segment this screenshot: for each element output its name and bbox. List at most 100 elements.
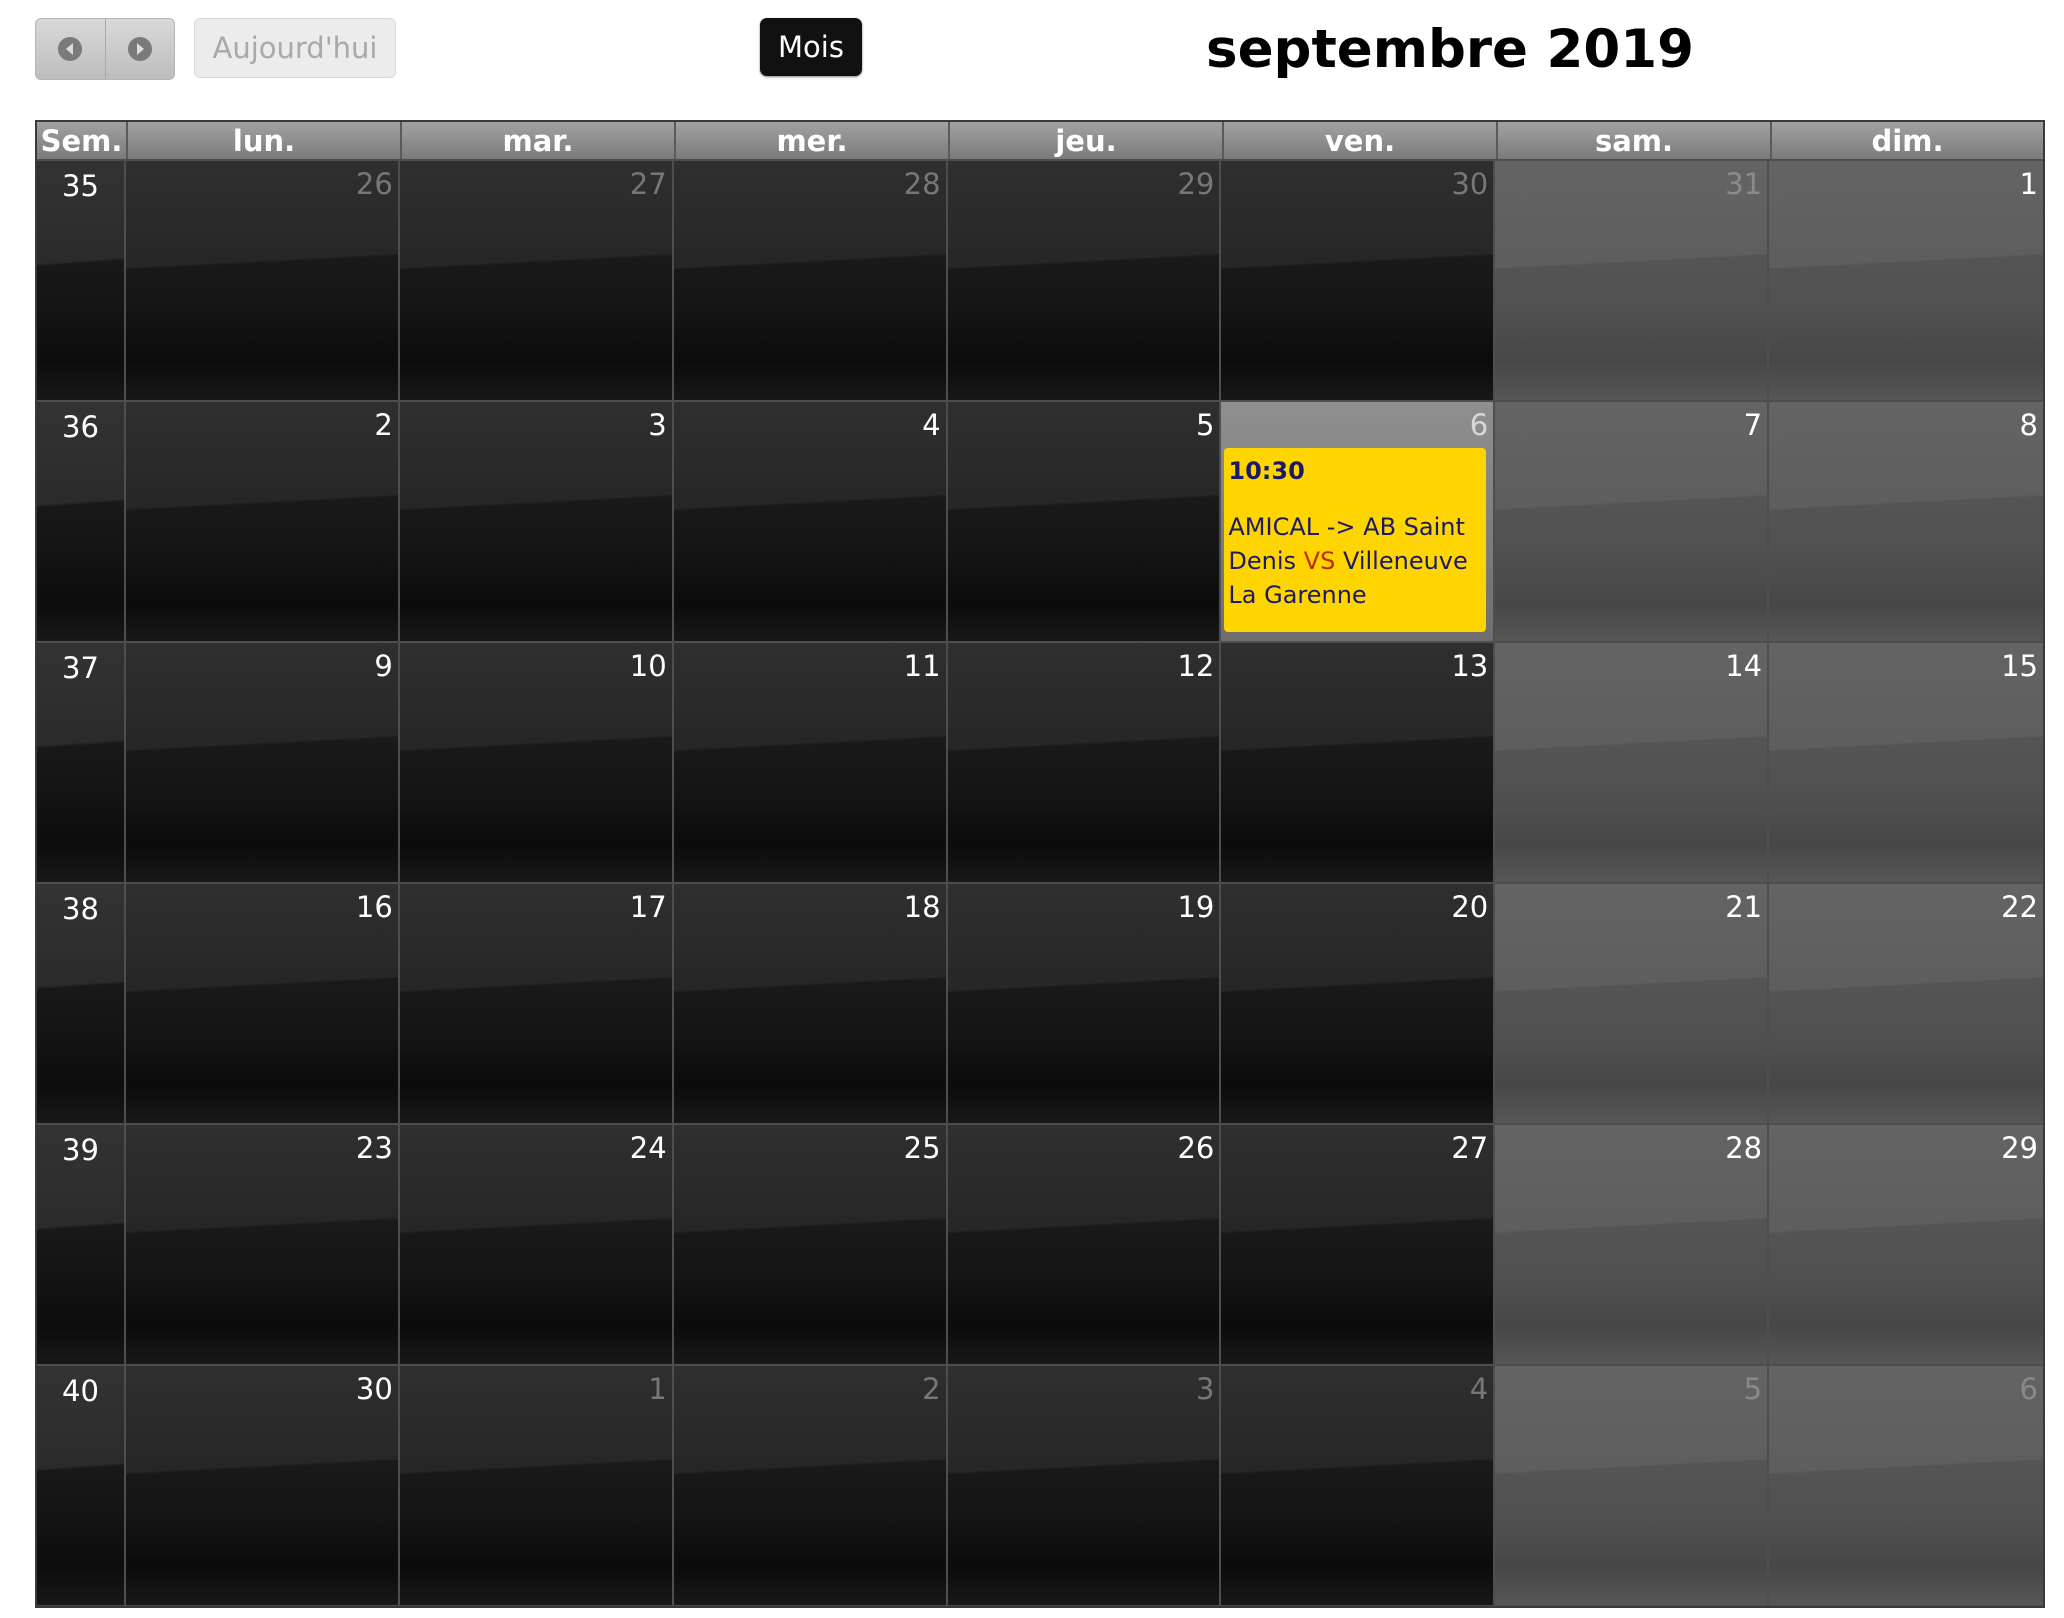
day-cell[interactable]: 21	[1495, 884, 1770, 1123]
day-cell[interactable]: 1	[1769, 161, 2043, 400]
day-cell[interactable]: 28	[673, 161, 948, 400]
day-cell[interactable]: 23	[125, 1125, 400, 1364]
event-vs-label: VS	[1303, 547, 1336, 575]
day-cell[interactable]: 3	[947, 1366, 1222, 1605]
day-number: 28	[1725, 1131, 1763, 1165]
day-cell[interactable]: 4	[673, 402, 948, 641]
today-day-cell[interactable]: 6 10:30 AMICAL -> AB Saint Denis VS Vill…	[1221, 402, 1496, 641]
day-number: 29	[1177, 167, 1215, 201]
day-cell[interactable]: 17	[399, 884, 674, 1123]
day-cell[interactable]: 19	[947, 884, 1222, 1123]
day-number: 2	[374, 408, 393, 442]
day-cell[interactable]: 15	[1769, 643, 2043, 882]
day-cell[interactable]: 11	[673, 643, 948, 882]
calendar-title: septembre 2019	[1206, 19, 1694, 80]
day-number: 3	[648, 408, 667, 442]
header-sunday: dim.	[1772, 122, 2043, 159]
day-cell[interactable]: 14	[1495, 643, 1770, 882]
next-month-button[interactable]	[104, 19, 175, 79]
day-number: 25	[903, 1131, 941, 1165]
day-number: 16	[355, 890, 393, 924]
day-cell[interactable]: 6	[1769, 1366, 2043, 1605]
day-cell[interactable]: 30	[1221, 161, 1496, 400]
day-cell[interactable]: 31	[1495, 161, 1770, 400]
calendar-event[interactable]: 10:30 AMICAL -> AB Saint Denis VS Villen…	[1224, 448, 1487, 632]
previous-month-button[interactable]	[36, 19, 105, 79]
day-number: 5	[1743, 1372, 1763, 1406]
week-number: 36	[37, 402, 126, 641]
day-cell[interactable]: 5	[1495, 1366, 1770, 1605]
day-number: 30	[355, 1372, 393, 1406]
day-number: 5	[1195, 408, 1215, 442]
header-friday: ven.	[1224, 122, 1498, 159]
chevron-left-icon	[58, 37, 83, 61]
day-cell[interactable]: 1	[399, 1366, 674, 1605]
day-number: 30	[1451, 167, 1489, 201]
day-cell[interactable]: 13	[1221, 643, 1496, 882]
day-cell[interactable]: 20	[1221, 884, 1496, 1123]
day-number: 27	[629, 167, 667, 201]
day-number: 31	[1725, 167, 1763, 201]
day-cell[interactable]: 5	[947, 402, 1222, 641]
header-monday: lun.	[128, 122, 402, 159]
day-cell[interactable]: 30	[125, 1366, 400, 1605]
day-number: 9	[374, 649, 393, 683]
header-tuesday: mar.	[402, 122, 676, 159]
day-number: 6	[1469, 408, 1489, 442]
week-row: 39 23 24 25 26 27 28 29	[37, 1123, 2043, 1364]
day-cell[interactable]: 24	[399, 1125, 674, 1364]
day-cell[interactable]: 10	[399, 643, 674, 882]
day-number: 23	[355, 1131, 393, 1165]
day-cell[interactable]: 16	[125, 884, 400, 1123]
day-cell[interactable]: 27	[399, 161, 674, 400]
day-number: 8	[2019, 408, 2038, 442]
day-number: 20	[1451, 890, 1489, 924]
header-thursday: jeu.	[950, 122, 1224, 159]
day-cell[interactable]: 25	[673, 1125, 948, 1364]
day-number: 28	[903, 167, 941, 201]
chevron-right-icon	[127, 37, 152, 61]
today-button[interactable]: Aujourd'hui	[194, 18, 396, 78]
day-cell[interactable]: 26	[125, 161, 400, 400]
header-saturday: sam.	[1498, 122, 1772, 159]
day-cell[interactable]: 29	[1769, 1125, 2043, 1364]
day-number: 18	[903, 890, 941, 924]
day-cell[interactable]: 12	[947, 643, 1222, 882]
day-cell[interactable]: 7	[1495, 402, 1770, 641]
day-number: 1	[648, 1372, 667, 1406]
weekday-header-row: Sem. lun. mar. mer. jeu. ven. sam. dim.	[37, 122, 2043, 159]
day-number: 3	[1195, 1372, 1215, 1406]
day-number: 4	[922, 408, 941, 442]
day-cell[interactable]: 2	[673, 1366, 948, 1605]
week-number: 39	[37, 1125, 126, 1364]
month-view-button[interactable]: Mois	[760, 18, 862, 76]
day-cell[interactable]: 29	[947, 161, 1222, 400]
day-number: 17	[629, 890, 667, 924]
day-number: 14	[1725, 649, 1763, 683]
day-number: 12	[1177, 649, 1215, 683]
day-cell[interactable]: 18	[673, 884, 948, 1123]
day-cell[interactable]: 3	[399, 402, 674, 641]
day-number: 6	[2019, 1372, 2038, 1406]
calendar-toolbar: Aujourd'hui Mois septembre 2019	[0, 0, 2064, 110]
day-cell[interactable]: 2	[125, 402, 400, 641]
day-number: 27	[1451, 1131, 1489, 1165]
event-title: AMICAL -> AB Saint Denis VS Villeneuve L…	[1228, 510, 1482, 612]
day-number: 4	[1469, 1372, 1489, 1406]
day-cell[interactable]: 27	[1221, 1125, 1496, 1364]
day-cell[interactable]: 22	[1769, 884, 2043, 1123]
week-row: 40 30 1 2 3 4 5 6	[37, 1364, 2043, 1605]
event-time: 10:30	[1228, 457, 1305, 485]
week-row: 35 26 27 28 29 30 31 1	[37, 159, 2043, 400]
day-number: 15	[2001, 649, 2038, 683]
day-number: 19	[1177, 890, 1215, 924]
day-cell[interactable]: 26	[947, 1125, 1222, 1364]
day-number: 22	[2001, 890, 2038, 924]
day-cell[interactable]: 8	[1769, 402, 2043, 641]
week-number: 37	[37, 643, 126, 882]
week-row: 36 2 3 4 5 6 10:30 AMICAL -> AB Saint De…	[37, 400, 2043, 641]
day-cell[interactable]: 9	[125, 643, 400, 882]
header-wednesday: mer.	[676, 122, 950, 159]
day-cell[interactable]: 4	[1221, 1366, 1496, 1605]
day-cell[interactable]: 28	[1495, 1125, 1770, 1364]
